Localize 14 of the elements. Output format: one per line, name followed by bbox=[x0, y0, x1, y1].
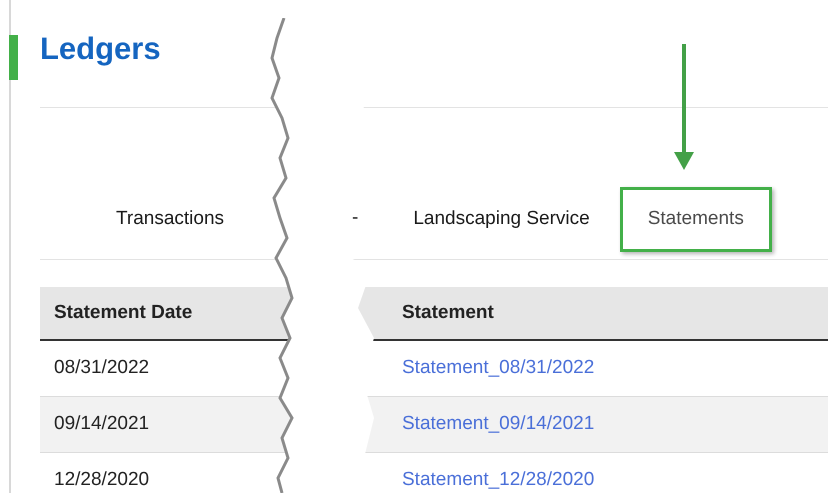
statement-link[interactable]: Statement_09/14/2021 bbox=[402, 410, 594, 439]
statement-link[interactable]: Statement_12/28/2020 bbox=[402, 466, 594, 493]
table-cell-text: 08/31/2022 bbox=[53, 356, 150, 380]
page-title: Ledgers bbox=[40, 30, 161, 68]
table-cell-text: 12/28/2020 bbox=[53, 468, 150, 492]
table-cell-text: 09/14/2021 bbox=[53, 412, 150, 436]
tab[interactable]: Landscaping Service bbox=[410, 187, 593, 252]
column-header: Statement bbox=[402, 300, 494, 325]
column-header: Statement Date bbox=[53, 300, 194, 325]
tab-separator: - bbox=[352, 206, 358, 230]
tab[interactable]: Statements bbox=[620, 187, 772, 252]
tab[interactable]: Transactions bbox=[75, 187, 265, 252]
statement-link[interactable]: Statement_08/31/2022 bbox=[402, 354, 594, 383]
accent-bar bbox=[9, 35, 18, 80]
